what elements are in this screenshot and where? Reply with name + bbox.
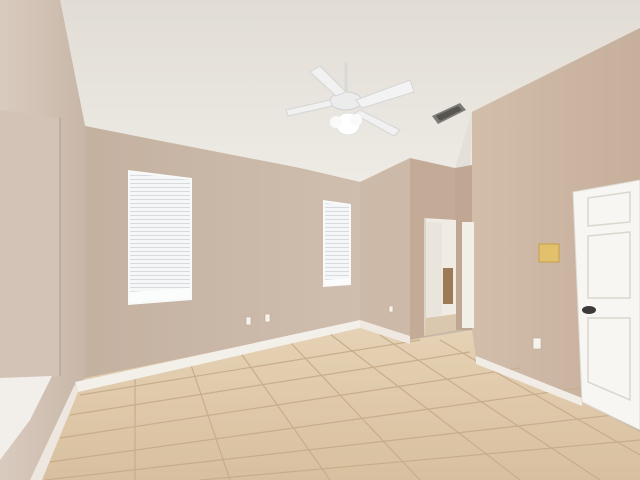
door: [572, 179, 640, 431]
wall-niche: [0, 110, 60, 380]
thermostat: [538, 243, 560, 263]
room-photo: [0, 0, 640, 480]
hallway-doorway: [424, 218, 474, 336]
outlet: [245, 316, 252, 326]
center-wall: [360, 158, 410, 340]
door-handle: [582, 306, 596, 314]
outlet: [532, 337, 542, 350]
outlet: [388, 305, 394, 313]
window-right: [323, 200, 351, 287]
window-left: [128, 170, 192, 305]
outlet: [264, 313, 271, 323]
